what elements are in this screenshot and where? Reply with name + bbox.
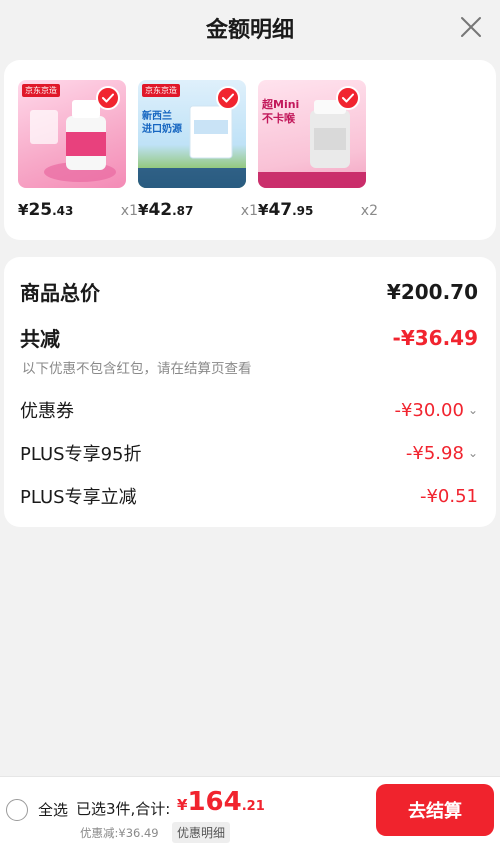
plus95-value-wrap[interactable]: -¥5.98 ⌄ bbox=[406, 443, 478, 464]
plus-reduce-row: PLUS专享立减 -¥0.51 bbox=[20, 483, 478, 509]
total-reduce-value: -¥36.49 bbox=[392, 325, 478, 350]
product-image[interactable]: 超Mini 不卡喉 bbox=[258, 80, 366, 188]
product-price: ¥42.87 bbox=[138, 200, 194, 220]
plus95-label: PLUS专享95折 bbox=[20, 444, 142, 465]
total-reduce-label: 共减 bbox=[20, 327, 60, 351]
coupon-value-wrap[interactable]: -¥30.00 ⌄ bbox=[394, 400, 478, 421]
select-all-radio[interactable] bbox=[6, 799, 28, 821]
discount-amount: 优惠减:¥36.49 bbox=[80, 826, 159, 840]
coupon-value: -¥30.00 bbox=[394, 399, 464, 421]
products-card: 京东京造 ¥25.43 x1 京东京造 新西兰 进口奶源 ¥42.87 x1 超… bbox=[4, 60, 496, 240]
price-summary-card: 商品总价 ¥200.70 共减 -¥36.49 以下优惠不包含红包，请在结算页查… bbox=[4, 257, 496, 527]
total-price-label: 商品总价 bbox=[20, 281, 100, 305]
product-item[interactable]: 超Mini 不卡喉 ¥47.95 x2 bbox=[258, 80, 378, 220]
checkout-bar: 全选 已选3件,合计: ¥164.21 优惠减:¥36.49 优惠明细 去结算 bbox=[0, 776, 500, 847]
coupon-row[interactable]: 优惠券 -¥30.00 ⌄ bbox=[20, 397, 478, 423]
product-quantity: x1 bbox=[240, 203, 258, 219]
product-item[interactable]: 京东京造 新西兰 进口奶源 ¥42.87 x1 bbox=[138, 80, 258, 220]
close-icon[interactable] bbox=[460, 16, 482, 38]
selected-check-icon[interactable] bbox=[336, 86, 360, 110]
total-reduce-row: 共减 -¥36.49 bbox=[20, 323, 478, 352]
coupon-label: 优惠券 bbox=[20, 401, 74, 422]
discount-detail-link[interactable]: 优惠明细 bbox=[172, 822, 231, 843]
page-title: 金额明细 bbox=[205, 18, 294, 43]
selected-check-icon[interactable] bbox=[216, 86, 240, 110]
selected-check-icon[interactable] bbox=[96, 86, 120, 110]
total-price-row: 商品总价 ¥200.70 bbox=[20, 277, 478, 306]
plus95-row[interactable]: PLUS专享95折 -¥5.98 ⌄ bbox=[20, 440, 478, 466]
close-button[interactable] bbox=[456, 12, 486, 42]
cart-total-price: ¥164.21 bbox=[177, 787, 265, 817]
product-quantity: x2 bbox=[360, 203, 378, 219]
product-image[interactable]: 京东京造 bbox=[18, 80, 126, 188]
plus95-value: -¥5.98 bbox=[405, 442, 464, 464]
header: 金额明细 bbox=[0, 0, 500, 56]
select-all-label[interactable]: 全选 bbox=[38, 799, 68, 820]
product-image[interactable]: 京东京造 新西兰 进口奶源 bbox=[138, 80, 246, 188]
selected-count: 已选3件,合计: bbox=[76, 800, 171, 818]
price-row: ¥42.87 x1 bbox=[138, 200, 258, 220]
price-row: ¥25.43 x1 bbox=[18, 200, 138, 220]
plus-reduce-label: PLUS专享立减 bbox=[20, 487, 137, 508]
product-price: ¥25.43 bbox=[18, 200, 74, 220]
product-quantity: x1 bbox=[120, 203, 138, 219]
discount-note: 以下优惠不包含红包，请在结算页查看 bbox=[22, 361, 252, 377]
checkout-button[interactable]: 去结算 bbox=[376, 784, 494, 836]
total-price-value: ¥200.70 bbox=[386, 279, 478, 304]
plus-reduce-value: -¥0.51 bbox=[419, 485, 478, 507]
chevron-down-icon[interactable]: ⌄ bbox=[468, 446, 478, 460]
product-price: ¥47.95 bbox=[258, 200, 314, 220]
price-row: ¥47.95 x2 bbox=[258, 200, 378, 220]
product-item[interactable]: 京东京造 ¥25.43 x1 bbox=[18, 80, 138, 220]
chevron-down-icon[interactable]: ⌄ bbox=[468, 403, 478, 417]
